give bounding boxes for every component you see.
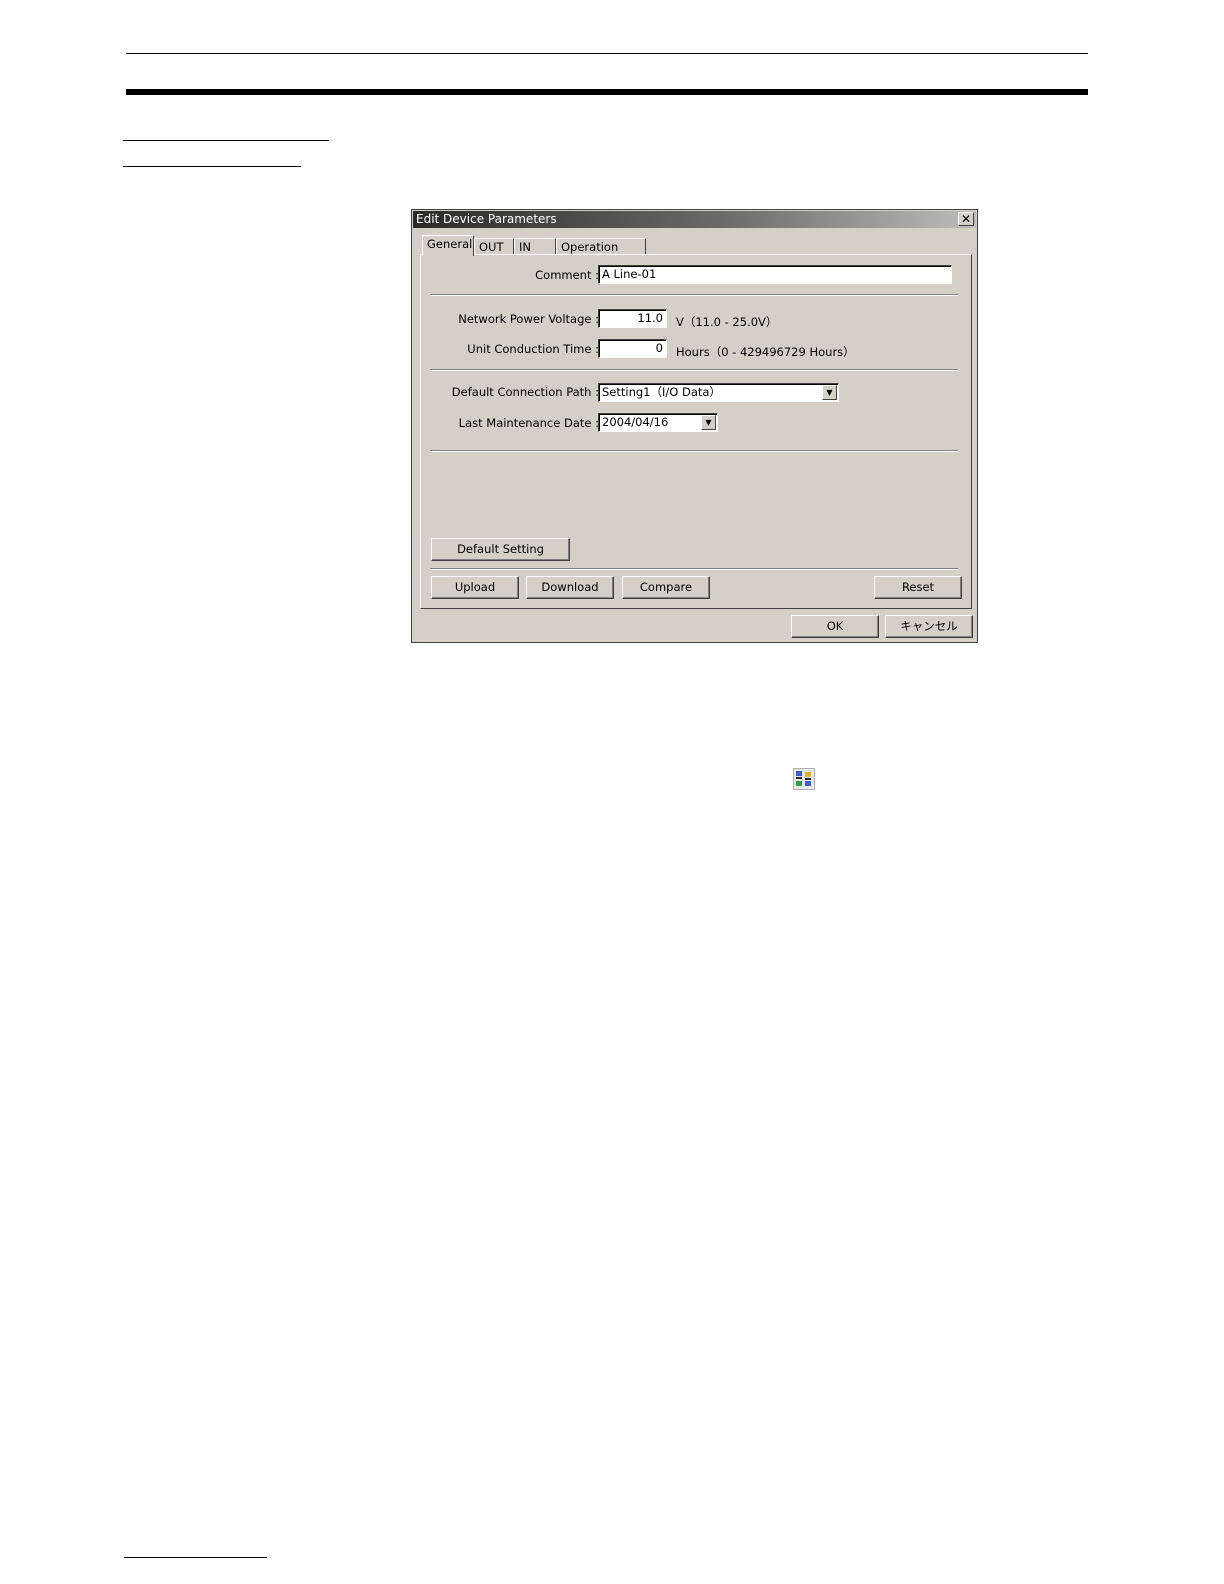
conduction-label: Unit Conduction Time : [467, 342, 599, 356]
cancel-button[interactable]: キャンセル [885, 615, 973, 638]
connection-path-label: Default Connection Path : [451, 385, 599, 399]
maintenance-date-label: Last Maintenance Date : [458, 416, 599, 430]
tab-out[interactable]: OUT [474, 238, 514, 255]
upload-button[interactable]: Upload [431, 576, 519, 599]
download-button[interactable]: Download [526, 576, 614, 599]
close-icon: ✕ [960, 212, 972, 226]
dialog-title: Edit Device Parameters [416, 212, 557, 226]
conduction-range-hint: Hours（0 - 429496729 Hours） [676, 345, 855, 359]
separator-3 [430, 450, 958, 452]
voltage-label: Network Power Voltage : [458, 312, 599, 326]
separator-2 [430, 369, 958, 371]
conduction-time-input[interactable]: 0 [598, 339, 667, 358]
tab-general[interactable]: General [422, 235, 474, 256]
dialog-titlebar: Edit Device Parameters ✕ [413, 211, 976, 228]
tab-general-label: General [427, 237, 473, 251]
tab-operation-time[interactable]: Operation Time [556, 238, 646, 270]
heading-underline-2 [123, 166, 301, 167]
close-button[interactable]: ✕ [958, 212, 974, 226]
tab-out-label: OUT [479, 240, 504, 254]
comment-label: Comment : [535, 268, 599, 282]
chevron-down-icon[interactable]: ▼ [822, 385, 837, 400]
header-rule-thin [126, 53, 1088, 54]
ok-button[interactable]: OK [791, 615, 879, 638]
compare-button[interactable]: Compare [622, 576, 710, 599]
heading-underline-1 [123, 140, 329, 141]
edit-device-parameters-dialog: Edit Device Parameters ✕ General OUT IN … [411, 209, 978, 643]
connection-path-value: Setting1（I/O Data） [602, 385, 721, 399]
separator-1 [430, 294, 958, 296]
voltage-input[interactable]: 11.0 [598, 309, 667, 328]
maintenance-date-picker[interactable]: 2004/04/16 ▼ [598, 413, 718, 432]
default-setting-button[interactable]: Default Setting [431, 538, 570, 561]
tab-in-label: IN [519, 240, 531, 254]
footer-underline [124, 1557, 267, 1558]
tab-in[interactable]: IN [514, 238, 556, 255]
parameter-edit-icon [793, 768, 815, 790]
header-rule-thick [126, 89, 1088, 95]
voltage-range-hint: V（11.0 - 25.0V） [676, 315, 778, 329]
tab-panel-general: Comment : A Line-01 Network Power Voltag… [420, 254, 972, 609]
chevron-down-icon[interactable]: ▼ [701, 415, 716, 430]
connection-path-select[interactable]: Setting1（I/O Data） ▼ [598, 383, 839, 402]
reset-button[interactable]: Reset [874, 576, 962, 599]
maintenance-date-value: 2004/04/16 [602, 415, 669, 429]
comment-input[interactable]: A Line-01 [598, 265, 952, 284]
separator-4 [430, 568, 958, 570]
